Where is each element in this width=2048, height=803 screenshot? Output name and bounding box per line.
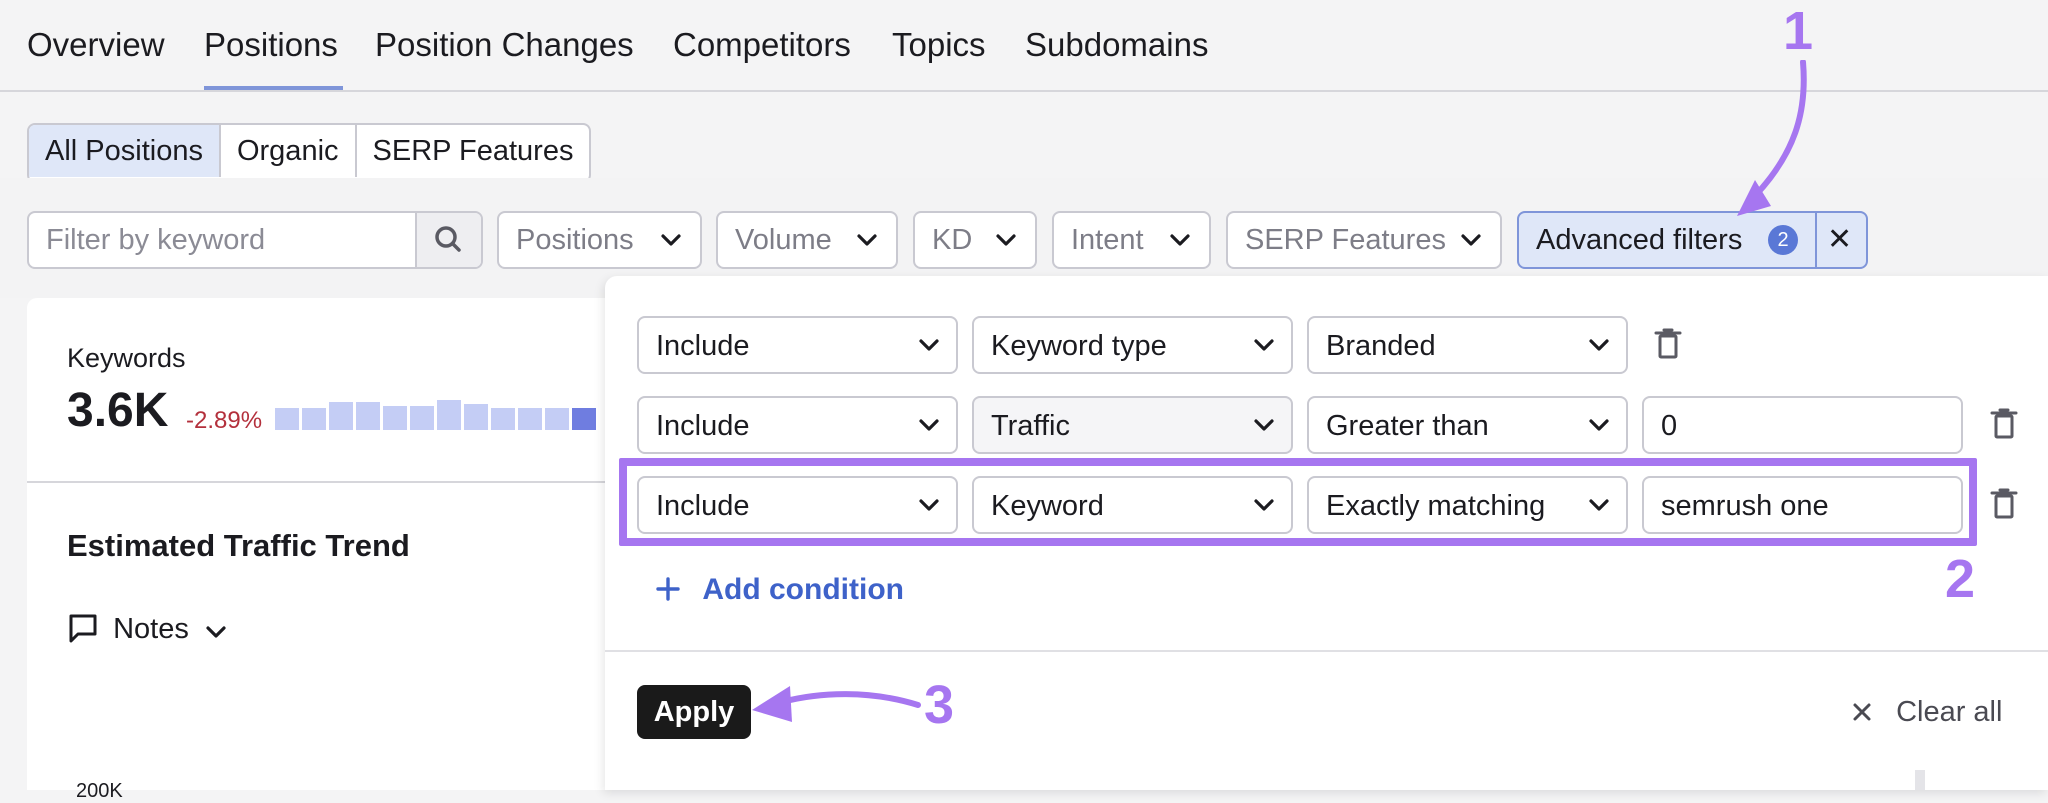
clear-all-button[interactable]: Clear all [1850,696,2002,729]
annotation-arrow-icon [1737,60,1807,216]
chart-axis-label: 200K [76,780,123,802]
segment-organic[interactable]: Organic [221,125,357,177]
kd-dropdown[interactable]: KD [913,211,1037,269]
divider [1815,213,1817,267]
annotation-step-2: 2 [1945,549,1976,609]
keywords-delta: -2.89% [186,407,263,434]
trash-icon[interactable] [1989,408,2019,440]
condition-1-mode-select[interactable]: Include [637,316,958,374]
condition-field-label: Keyword type [991,330,1167,362]
condition-1-operator-select[interactable]: Branded [1307,316,1628,374]
sparkline-bar [437,400,461,430]
condition-operator-label: Greater than [1326,410,1489,442]
condition-mode-label: Include [656,410,750,442]
annotation-step-1: 1 [1783,1,1814,61]
segment-all-positions[interactable]: All Positions [29,125,221,177]
notes-label: Notes [113,613,189,645]
sparkline-bar [383,406,407,430]
tab-competitors[interactable]: Competitors [673,26,851,64]
advanced-filters-count-badge: 2 [1768,225,1798,255]
highlight-box [619,458,1977,546]
divider [27,481,627,483]
keywords-sparkline [275,390,601,430]
sparkline-bar [302,408,326,430]
tab-topics[interactable]: Topics [892,26,986,64]
clear-all-label: Clear all [1896,696,2003,728]
chevron-down-icon [1254,339,1274,351]
condition-2-operator-select[interactable]: Greater than [1307,396,1628,454]
search-button[interactable] [415,213,481,267]
advanced-filters-label: Advanced filters [1536,224,1743,256]
annotation-arrow-icon [752,686,921,722]
position-type-segmented-control: All Positions Organic SERP Features [27,123,592,183]
condition-1-field-select[interactable]: Keyword type [972,316,1293,374]
condition-2-mode-select[interactable]: Include [637,396,958,454]
tab-overview[interactable]: Overview [27,26,165,64]
chevron-down-icon [919,419,939,431]
close-icon [1853,703,1871,721]
add-condition-label: Add condition [702,573,904,606]
divider [605,650,2048,652]
chevron-down-icon [1170,234,1190,246]
tab-position-changes[interactable]: Position Changes [375,26,634,64]
keywords-label: Keywords [67,343,186,373]
positions-dropdown-label: Positions [516,224,634,256]
chevron-down-icon [1589,339,1609,351]
sparkline-bar [491,408,515,430]
sparkline-bar [518,408,542,430]
chevron-down-icon [1589,419,1609,431]
serp-features-dropdown-label: SERP Features [1245,224,1446,256]
chevron-down-icon [661,234,681,246]
sparkline-bar [464,404,488,430]
condition-2-field-select[interactable]: Traffic [972,396,1293,454]
sparkline-bar [356,402,380,430]
condition-field-label: Traffic [991,410,1070,442]
keywords-value: 3.6K [67,384,169,437]
apply-button[interactable]: Apply [637,685,751,739]
annotation-step-3: 3 [924,675,955,735]
volume-dropdown[interactable]: Volume [716,211,898,269]
sparkline-bar [410,406,434,430]
keyword-filter-input[interactable]: Filter by keyword [27,211,483,269]
close-icon[interactable]: ✕ [1827,222,1852,257]
condition-operator-label: Branded [1326,330,1436,362]
chevron-down-icon [206,626,226,638]
condition-2-value-input[interactable]: 0 [1642,396,1963,454]
chevron-down-icon [996,234,1016,246]
tab-subdomains[interactable]: Subdomains [1025,26,1208,64]
advanced-filters-button[interactable]: Advanced filters 2 ✕ [1517,211,1868,269]
chevron-down-icon [919,339,939,351]
chevron-down-icon [1461,234,1481,246]
intent-dropdown[interactable]: Intent [1052,211,1211,269]
tab-positions[interactable]: Positions [204,26,338,64]
notes-dropdown[interactable]: Notes [67,612,227,646]
serp-features-dropdown[interactable]: SERP Features [1226,211,1502,269]
volume-dropdown-label: Volume [735,224,832,256]
condition-mode-label: Include [656,330,750,362]
sparkline-bar [545,408,569,430]
chevron-down-icon [857,234,877,246]
kd-dropdown-label: KD [932,224,973,256]
search-icon [435,226,461,252]
scrollbar[interactable] [1915,770,1925,790]
trash-icon[interactable] [1989,488,2019,520]
sparkline-bar [329,402,353,430]
chevron-down-icon [1254,419,1274,431]
trash-icon[interactable] [1653,328,1683,360]
segment-serp-features[interactable]: SERP Features [357,125,590,177]
intent-dropdown-label: Intent [1071,224,1144,256]
comment-icon [69,614,97,643]
sparkline-bar [572,408,596,430]
keyword-filter-placeholder: Filter by keyword [46,224,266,256]
add-condition-button[interactable]: Add condition [654,573,904,607]
positions-dropdown[interactable]: Positions [497,211,702,269]
plus-icon [656,577,680,601]
condition-value: 0 [1661,410,1678,442]
active-tab-indicator [204,86,343,90]
sparkline-bar [275,408,299,430]
estimated-traffic-trend-title: Estimated Traffic Trend [67,528,410,563]
